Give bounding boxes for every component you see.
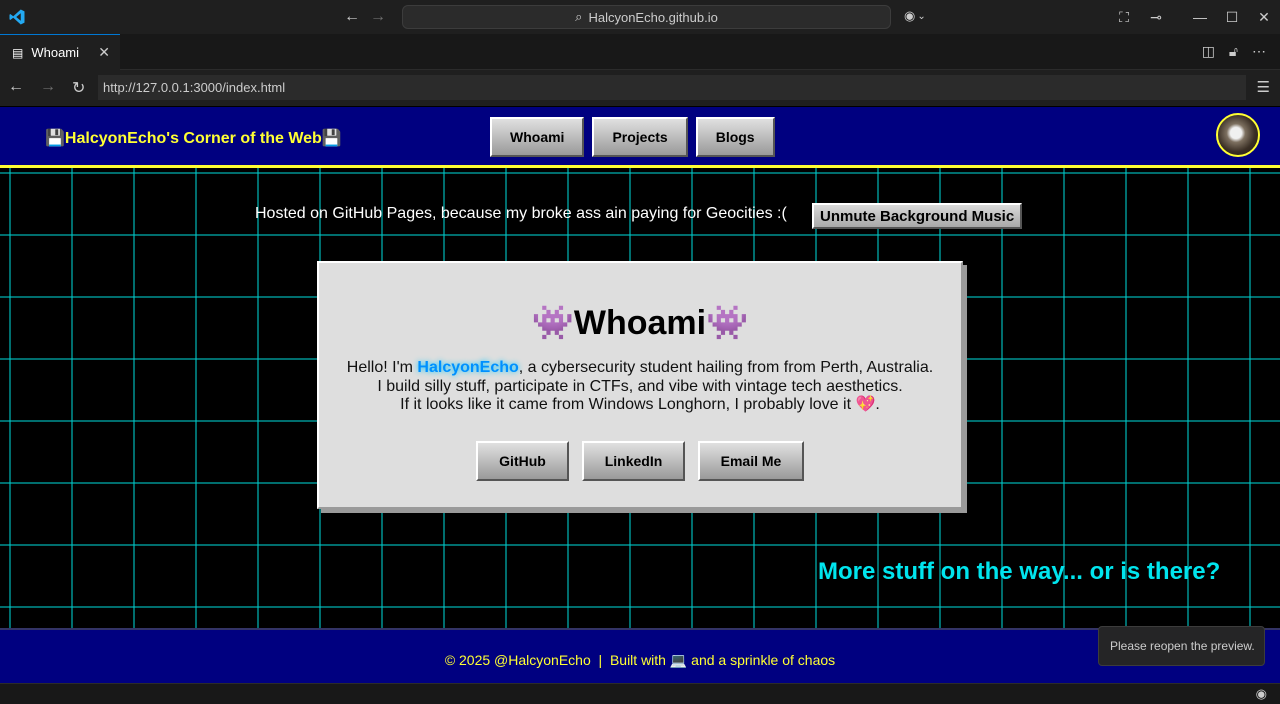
unmute-music-button[interactable]: Unmute Background Music xyxy=(812,203,1023,229)
card-body: Hello! I'm HalcyonEcho, a cybersecurity … xyxy=(319,359,961,415)
web-page: 💾HalcyonEcho's Corner of the Web💾 Whoami… xyxy=(0,107,1280,683)
site-footer: © 2025 @HalcyonEcho | Built with 💻 and a… xyxy=(0,628,1280,683)
more-actions-icon[interactable]: ⋯ xyxy=(1252,43,1266,60)
linkedin-button[interactable]: LinkedIn xyxy=(582,441,685,481)
title-bar: ← → ⌕ HalcyonEcho.github.io ◉ ⌄ ⛶ ⊸ — ☐ … xyxy=(0,0,1280,34)
github-button[interactable]: GitHub xyxy=(476,441,569,481)
split-editor-icon[interactable]: ◫ xyxy=(1202,43,1215,60)
site-header: 💾HalcyonEcho's Corner of the Web💾 Whoami… xyxy=(0,107,1280,168)
command-center-label: HalcyonEcho.github.io xyxy=(588,9,718,25)
fullscreen-icon[interactable]: ⛶ xyxy=(1108,9,1140,26)
search-icon: ⌕ xyxy=(575,9,583,24)
nav-projects-button[interactable]: Projects xyxy=(592,117,688,157)
command-center[interactable]: ⌕ HalcyonEcho.github.io xyxy=(402,5,891,29)
url-input[interactable] xyxy=(98,75,1246,100)
site-nav: Whoami Projects Blogs xyxy=(490,117,775,157)
card-links: GitHub LinkedIn Email Me xyxy=(319,441,961,481)
site-title: 💾HalcyonEcho's Corner of the Web💾 xyxy=(45,130,342,147)
chevron-down-icon: ⌄ xyxy=(917,10,926,22)
card-line-2: I build silly stuff, participate in CTFs… xyxy=(377,377,903,395)
minimize-icon[interactable]: — xyxy=(1184,9,1216,25)
pin-icon[interactable]: ⊸ xyxy=(1140,9,1172,26)
browser-address-bar: ← → ↻ ☰ xyxy=(0,70,1280,106)
close-window-icon[interactable]: ✕ xyxy=(1248,9,1280,26)
editor-tab-bar: ▤ Whoami ✕ ◫ 🔓︎ ⋯ xyxy=(0,34,1280,70)
tab-actions: ◫ 🔓︎ ⋯ xyxy=(1202,43,1266,60)
back-arrow-icon[interactable]: ← xyxy=(344,8,360,26)
footer-text: © 2025 @HalcyonEcho | Built with 💻 and a… xyxy=(444,652,836,668)
forward-arrow-icon[interactable]: → xyxy=(370,8,386,26)
close-tab-icon[interactable]: ✕ xyxy=(98,44,110,61)
vscode-logo-icon xyxy=(9,9,25,25)
browser-nav: ← → ↻ xyxy=(8,78,85,98)
tab-label: Whoami xyxy=(31,45,80,60)
handle-highlight: HalcyonEcho xyxy=(417,359,519,376)
nav-whoami-button[interactable]: Whoami xyxy=(490,117,585,157)
browser-menu-icon[interactable]: ☰ xyxy=(1257,78,1270,96)
hosted-note: Hosted on GitHub Pages, because my broke… xyxy=(255,205,787,222)
whoami-card: 👾Whoami👾 Hello! I'm HalcyonEcho, a cyber… xyxy=(317,261,963,509)
browser-forward-icon[interactable]: → xyxy=(40,78,56,98)
status-bar: ◉ xyxy=(0,683,1280,704)
lock-icon[interactable]: 🔓︎ xyxy=(1229,43,1238,60)
preview-toast[interactable]: Please reopen the preview. xyxy=(1098,626,1265,666)
reload-icon[interactable]: ↻ xyxy=(72,78,85,98)
more-stuff-text: More stuff on the way... or is there? xyxy=(818,558,1221,585)
title-nav: ← → xyxy=(344,8,386,26)
browser-tab-icon: ▤ xyxy=(12,45,24,60)
copilot-status-icon[interactable]: ◉ xyxy=(1256,686,1267,702)
card-line-1: Hello! I'm HalcyonEcho, a cybersecurity … xyxy=(346,359,934,376)
card-line-3: If it looks like it came from Windows Lo… xyxy=(400,396,880,413)
avatar xyxy=(1216,113,1260,157)
copilot-icon: ◉ xyxy=(904,8,916,23)
copilot-menu[interactable]: ◉ ⌄ xyxy=(904,8,926,24)
nav-blogs-button[interactable]: Blogs xyxy=(695,117,775,157)
email-button[interactable]: Email Me xyxy=(698,441,804,481)
maximize-icon[interactable]: ☐ xyxy=(1216,9,1248,26)
tab-whoami[interactable]: ▤ Whoami ✕ xyxy=(0,34,120,70)
window-controls: ⛶ ⊸ — ☐ ✕ xyxy=(1108,0,1280,34)
browser-back-icon[interactable]: ← xyxy=(8,78,24,98)
card-title: 👾Whoami👾 xyxy=(531,304,749,342)
